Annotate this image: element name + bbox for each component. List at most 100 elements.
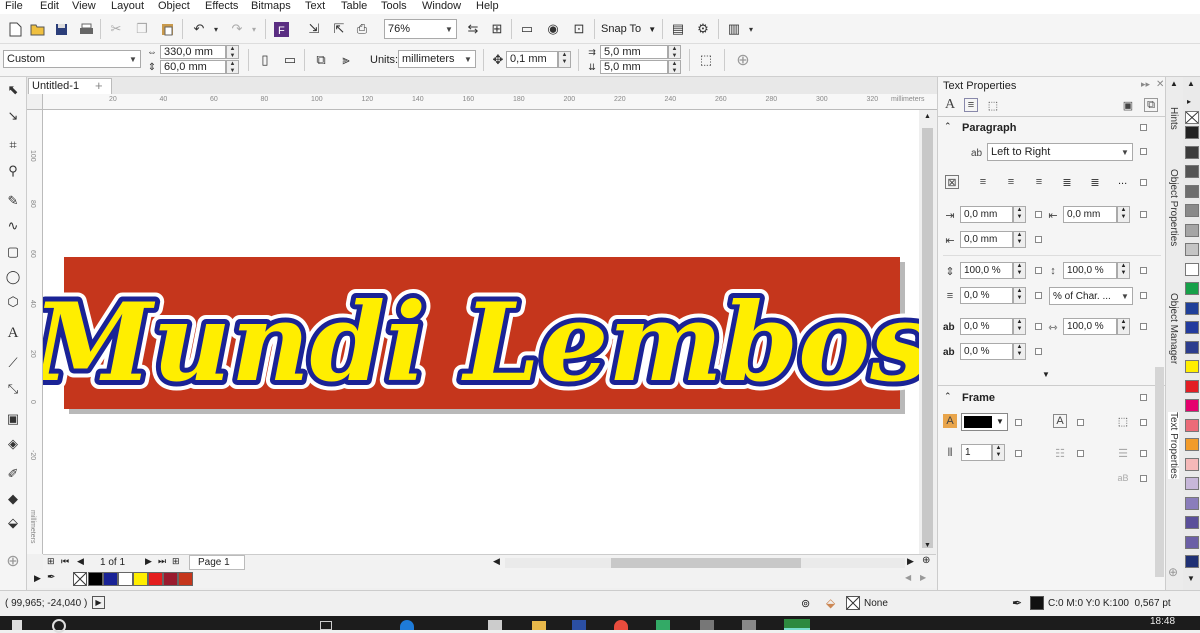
- zoom-tool-icon[interactable]: ⚲: [4, 162, 22, 180]
- docker-tab-add-icon[interactable]: ⊕: [1168, 565, 1178, 579]
- parallel-dimension-tool-icon[interactable]: ⟋: [4, 354, 22, 372]
- char-spacing-field[interactable]: 100,0 %: [1063, 262, 1117, 279]
- landscape-icon[interactable]: ▭: [281, 51, 299, 69]
- duplicate-x-spinner[interactable]: ▲ ▼: [668, 45, 681, 59]
- windows-start-icon[interactable]: [12, 620, 22, 630]
- document-color-swatch[interactable]: [178, 572, 193, 586]
- frame-background-checkbox[interactable]: [1015, 419, 1022, 426]
- palette-color-swatch[interactable]: [1185, 340, 1199, 354]
- docker-tab-object-manager[interactable]: Object Manager: [1168, 293, 1179, 364]
- units-combo[interactable]: millimeters ▼: [398, 50, 476, 68]
- add-tool-icon[interactable]: ⊕: [4, 552, 22, 570]
- welcome-screen-icon[interactable]: ▤: [669, 20, 687, 38]
- palette-color-swatch[interactable]: [1185, 535, 1199, 549]
- palette-scroll-down-icon[interactable]: ▼: [1187, 574, 1195, 583]
- palette-color-swatch[interactable]: [1185, 301, 1199, 315]
- redo-dropdown-icon[interactable]: ▾: [245, 20, 263, 38]
- ellipse-tool-icon[interactable]: ◯: [4, 268, 22, 286]
- palette-color-swatch[interactable]: [1185, 243, 1199, 256]
- width-spinner[interactable]: ▲ ▼: [226, 45, 239, 59]
- frame-wrap-checkbox[interactable]: [1140, 419, 1147, 426]
- menu-object[interactable]: Object: [158, 0, 190, 13]
- navigator-zoom-icon[interactable]: ⊕: [922, 555, 930, 566]
- menu-edit[interactable]: Edit: [40, 0, 59, 13]
- menu-view[interactable]: View: [72, 0, 96, 13]
- drawing-canvas[interactable]: Mundi Lembos Mundi Lembos Mundi Lembos: [43, 110, 919, 554]
- docker-scrollbar[interactable]: [1153, 117, 1165, 589]
- palette-color-swatch[interactable]: [1185, 204, 1199, 217]
- palette-color-swatch[interactable]: [1185, 438, 1199, 451]
- word-spacing-field[interactable]: 100,0 %: [1063, 318, 1117, 335]
- horizontal-scroll-track[interactable]: [505, 558, 905, 568]
- first-line-indent-spinner[interactable]: ▲ ▼: [1117, 206, 1130, 223]
- menu-table[interactable]: Table: [341, 0, 367, 13]
- options-icon[interactable]: ⚙: [694, 20, 712, 38]
- treat-as-filled-icon[interactable]: ⬚: [697, 51, 715, 69]
- menu-effects[interactable]: Effects: [205, 0, 238, 13]
- word-spacing-spinner[interactable]: ▲ ▼: [1117, 318, 1130, 335]
- docker-tab-scroll-up-icon[interactable]: ▲: [1170, 79, 1178, 88]
- align-center-icon[interactable]: ≡: [1004, 175, 1018, 189]
- full-screen-preview-icon[interactable]: ▭: [518, 20, 536, 38]
- text-frame-icon[interactable]: A: [1053, 414, 1067, 428]
- palette-color-swatch[interactable]: [1185, 555, 1199, 568]
- left-indent-checkbox[interactable]: [1035, 211, 1042, 218]
- chrome-icon[interactable]: [614, 620, 628, 630]
- columns-checkbox[interactable]: [1015, 450, 1022, 457]
- height-spinner[interactable]: ▲ ▼: [226, 60, 239, 74]
- edge-icon[interactable]: [400, 620, 414, 630]
- palette-color-swatch[interactable]: [1185, 477, 1199, 490]
- connector-tool-icon[interactable]: ⤡: [4, 380, 22, 398]
- current-page-icon[interactable]: ⫸: [337, 51, 355, 69]
- app-icon[interactable]: [742, 620, 756, 630]
- import-icon[interactable]: ⇲: [305, 20, 323, 38]
- no-color-swatch[interactable]: [1185, 111, 1199, 124]
- transparency-tool-icon[interactable]: ◈: [4, 435, 22, 453]
- zoom-to-selection-icon[interactable]: ⊞: [488, 20, 506, 38]
- document-color-swatch[interactable]: [133, 572, 148, 586]
- vertical-scroll-thumb[interactable]: [922, 128, 933, 548]
- store-icon[interactable]: [488, 620, 502, 630]
- fill-none-swatch[interactable]: [846, 596, 860, 610]
- column-settings-icon[interactable]: ☷: [1053, 446, 1067, 460]
- nudge-distance-field[interactable]: 0,1 mm: [506, 51, 558, 68]
- page-height-field[interactable]: 60,0 mm: [160, 60, 226, 74]
- frame-toggle-checkbox[interactable]: [1140, 394, 1147, 401]
- freehand-tool-icon[interactable]: ✎: [4, 192, 22, 210]
- cortana-icon[interactable]: [52, 619, 66, 633]
- frame-direction-icon[interactable]: aB: [1116, 471, 1130, 485]
- palette-color-swatch[interactable]: [1185, 379, 1199, 393]
- columns-spinner[interactable]: ▲ ▼: [992, 444, 1005, 461]
- duplicate-y-field[interactable]: 5,0 mm: [600, 60, 668, 74]
- first-line-indent-field[interactable]: 0,0 mm: [1063, 206, 1117, 223]
- redo-icon[interactable]: ↷: [228, 20, 246, 38]
- left-indent-spinner[interactable]: ▲ ▼: [1013, 206, 1026, 223]
- character-section-icon[interactable]: A: [943, 97, 957, 112]
- first-page-icon[interactable]: ⏮: [61, 556, 69, 567]
- vertical-scrollbar[interactable]: ▲ ▼: [919, 110, 936, 554]
- spacing-unit-checkbox[interactable]: [1140, 292, 1147, 299]
- align-right-icon[interactable]: ≡: [1032, 175, 1046, 189]
- alignment-more-button[interactable]: ...: [1118, 175, 1127, 187]
- drop-shadow-tool-icon[interactable]: ▣: [4, 410, 22, 428]
- palette-scroll-right-icon[interactable]: ▶: [920, 573, 926, 582]
- last-page-icon[interactable]: ⏭: [158, 556, 166, 567]
- palette-color-swatch[interactable]: [1185, 496, 1199, 510]
- app-icon[interactable]: [656, 620, 670, 630]
- duplicate-x-field[interactable]: 5,0 mm: [600, 45, 668, 59]
- before-paragraph-field[interactable]: 0,0 %: [960, 287, 1013, 304]
- frame-collapse-icon[interactable]: ⌃: [944, 391, 952, 402]
- duplicate-y-spinner[interactable]: ▲ ▼: [668, 60, 681, 74]
- pick-tool-icon[interactable]: ⬉: [4, 81, 22, 99]
- frame-wrap-icon[interactable]: ⬚: [1116, 414, 1130, 428]
- palette-color-swatch[interactable]: [1185, 223, 1199, 237]
- line-spacing-spinner[interactable]: ▲ ▼: [1013, 262, 1026, 279]
- right-indent-spinner[interactable]: ▲ ▼: [1013, 231, 1026, 248]
- palette-color-swatch[interactable]: [1185, 145, 1199, 159]
- vertical-alignment-icon[interactable]: ☰: [1116, 446, 1130, 460]
- force-justify-icon[interactable]: ≣: [1088, 175, 1102, 189]
- palette-flyout-icon[interactable]: ▸: [1187, 97, 1191, 106]
- alignment-checkbox[interactable]: [1140, 179, 1147, 186]
- word-spacing-checkbox[interactable]: [1140, 323, 1147, 330]
- horizontal-ruler[interactable]: 20 40 60 80 100 120 140 160 180 200 220 240 260 280 30…: [43, 94, 937, 110]
